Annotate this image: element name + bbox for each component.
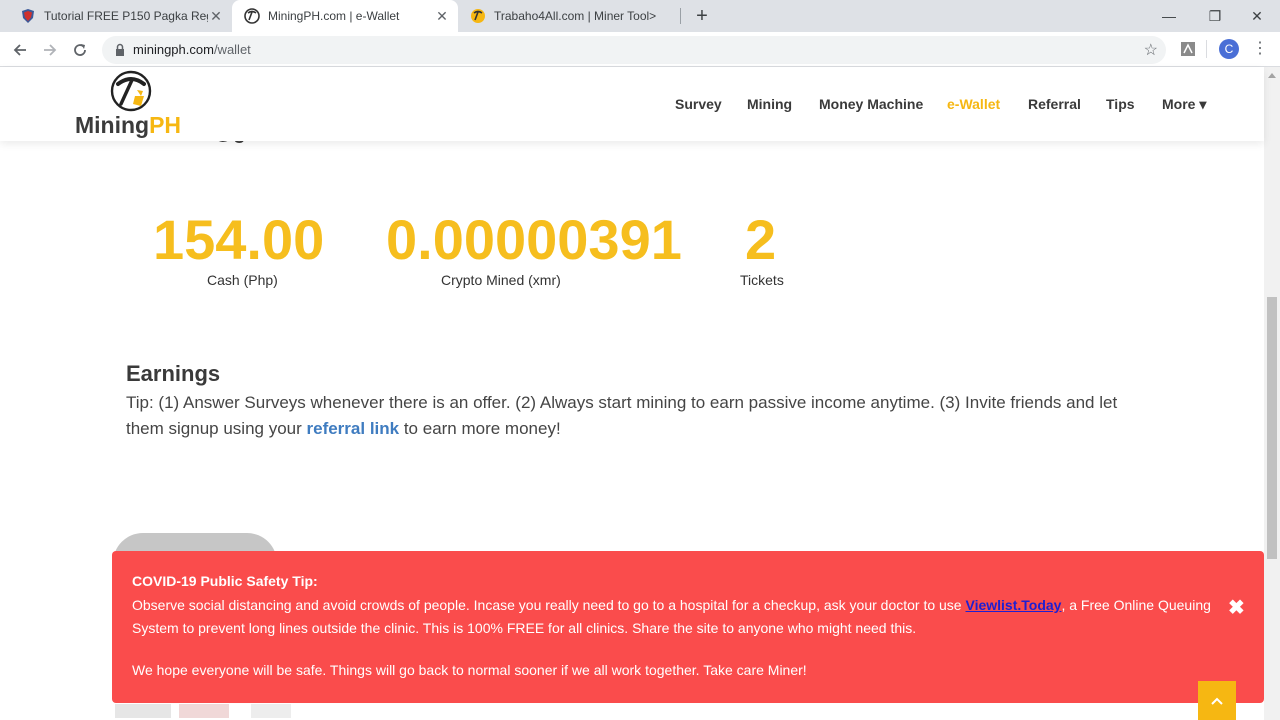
tip-text-end: to earn more money!	[399, 419, 561, 438]
restore-window-icon[interactable]: ❐	[1192, 0, 1238, 32]
tab-tutorial[interactable]: Tutorial FREE P150 Pagka Registe ✕	[8, 0, 232, 32]
pickaxe-favicon-icon	[244, 8, 260, 24]
alert-body: Observe social distancing and avoid crow…	[132, 594, 1222, 640]
nav-more-dropdown[interactable]: More ▾	[1162, 96, 1206, 113]
tip-text: Tip: (1) Answer Surveys whenever there i…	[126, 393, 1118, 438]
pickaxe-logo-icon	[110, 70, 152, 112]
tab-title: Trabaho4All.com | Miner Tool>	[494, 9, 657, 23]
shield-favicon-icon	[22, 9, 34, 23]
bookmark-star-icon[interactable]: ☆	[1144, 40, 1158, 60]
lock-icon	[116, 43, 124, 56]
close-window-icon[interactable]: ✕	[1234, 0, 1280, 32]
back-arrow-icon[interactable]	[8, 38, 32, 62]
nav-money-machine[interactable]: Money Machine	[819, 96, 923, 112]
tab-trabaho4all[interactable]: Trabaho4All.com | Miner Tool>	[458, 0, 678, 32]
tab-separator	[680, 8, 681, 24]
alert-closing-text: We hope everyone will be safe. Things wi…	[132, 662, 807, 678]
reload-icon[interactable]	[68, 38, 92, 62]
cash-label: Cash (Php)	[207, 272, 278, 288]
logo-wordmark: MiningPH	[75, 112, 181, 139]
tickets-value: 2	[745, 208, 777, 271]
alert-body-text: Observe social distancing and avoid crow…	[132, 597, 966, 613]
profile-avatar[interactable]: C	[1219, 39, 1239, 59]
close-tab-icon[interactable]: ✕	[208, 8, 224, 24]
cash-value: 154.00	[153, 208, 325, 271]
url-text: miningph.com/wallet	[133, 42, 251, 57]
scrollbar-thumb[interactable]	[1267, 297, 1277, 559]
url-host: miningph.com	[133, 42, 214, 57]
browser-menu-icon[interactable]: ⋮	[1252, 40, 1268, 58]
close-tab-icon[interactable]: ✕	[434, 8, 450, 24]
logo-text-ph: PH	[149, 112, 182, 138]
tab-title: MiningPH.com | e-Wallet	[268, 9, 400, 23]
viewlist-link[interactable]: Viewlist.Today	[966, 597, 1062, 613]
nav-tips[interactable]: Tips	[1106, 96, 1135, 112]
page-scrollbar[interactable]	[1264, 67, 1280, 720]
alert-title: COVID-19 Public Safety Tip:	[132, 573, 318, 589]
url-path: /wallet	[213, 42, 251, 57]
chevron-up-icon	[1211, 697, 1223, 705]
crypto-mined-label: Crypto Mined (xmr)	[441, 272, 561, 288]
new-tab-button[interactable]: +	[690, 4, 714, 28]
scroll-up-arrow-icon[interactable]	[1268, 73, 1276, 78]
earnings-heading: Earnings	[126, 361, 221, 386]
site-header: MiningPH Survey Mining Money Machine e-W…	[0, 67, 1264, 141]
covid-safety-alert: COVID-19 Public Safety Tip: Observe soci…	[112, 551, 1264, 703]
close-alert-icon[interactable]: ✖	[1228, 595, 1245, 620]
forward-arrow-icon[interactable]	[38, 38, 62, 62]
nav-referral[interactable]: Referral	[1028, 96, 1081, 112]
address-bar[interactable]: miningph.com/wallet ☆	[102, 36, 1166, 64]
browser-tab-strip: Tutorial FREE P150 Pagka Registe ✕ Minin…	[0, 0, 1280, 32]
partner-logos	[115, 704, 291, 718]
logo-text-mining: Mining	[75, 112, 150, 138]
pickaxe-favicon-icon	[471, 9, 485, 23]
extension-pdf-icon[interactable]	[1179, 40, 1197, 58]
browser-toolbar: miningph.com/wallet ☆ C ⋮	[0, 32, 1280, 67]
toolbar-separator	[1206, 40, 1207, 58]
nav-survey[interactable]: Survey	[675, 96, 722, 112]
scroll-to-top-button[interactable]	[1198, 681, 1236, 720]
tab-title: Tutorial FREE P150 Pagka Registe	[44, 9, 208, 23]
tickets-label: Tickets	[740, 272, 784, 288]
tab-miningph-wallet[interactable]: MiningPH.com | e-Wallet ✕	[232, 0, 458, 32]
nav-e-wallet[interactable]: e-Wallet	[947, 96, 1000, 112]
nav-mining[interactable]: Mining	[747, 96, 792, 112]
miningph-logo[interactable]: MiningPH	[75, 70, 195, 138]
earnings-tip: Tip: (1) Answer Surveys whenever there i…	[126, 390, 1136, 442]
minimize-window-icon[interactable]: —	[1146, 0, 1192, 32]
referral-link[interactable]: referral link	[307, 419, 400, 438]
crypto-mined-value: 0.00000391	[386, 208, 682, 271]
